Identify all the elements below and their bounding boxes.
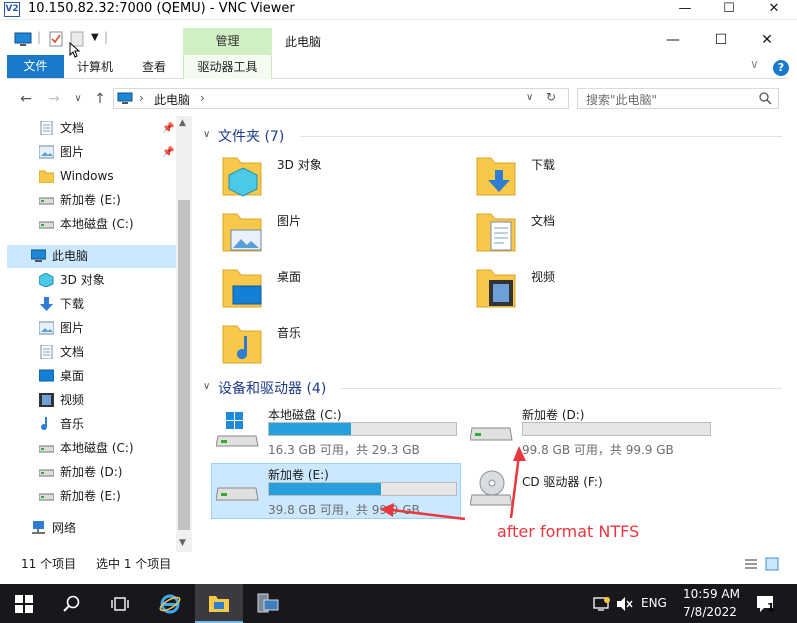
network-tray-icon[interactable] <box>593 596 611 612</box>
annotation-arrowhead-left <box>380 503 394 517</box>
annotation-arrowhead-up <box>513 446 526 461</box>
annotation-text: after format NTFS <box>497 522 640 541</box>
server-manager-button[interactable] <box>244 584 292 623</box>
task-view-icon <box>111 597 129 611</box>
start-button[interactable] <box>0 584 48 623</box>
ie-icon <box>159 594 181 614</box>
annotation-arrows <box>380 446 526 521</box>
file-explorer-icon <box>209 596 229 612</box>
server-manager-icon <box>257 593 279 613</box>
clock-time[interactable]: 10:59 AM <box>683 587 740 601</box>
start-icon <box>15 595 33 613</box>
volume-muted-icon[interactable] <box>616 596 634 612</box>
guest-desktop-left-edge <box>0 20 7 580</box>
ie-button[interactable] <box>146 584 194 623</box>
taskbar: ENG 10:59 AM 7/8/2022 1 <box>0 584 797 623</box>
search-icon <box>63 595 80 612</box>
language-indicator[interactable]: ENG <box>641 596 667 610</box>
notification-count: 1 <box>767 601 775 614</box>
taskbar-search-button[interactable] <box>48 584 96 623</box>
task-view-button[interactable] <box>96 584 144 623</box>
guest-desktop-right-edge <box>789 20 797 580</box>
clock-date[interactable]: 7/8/2022 <box>683 605 737 619</box>
annotation-arrow-left <box>391 508 466 521</box>
annotation-arrow-up <box>509 454 521 519</box>
file-explorer-button[interactable] <box>195 584 243 623</box>
